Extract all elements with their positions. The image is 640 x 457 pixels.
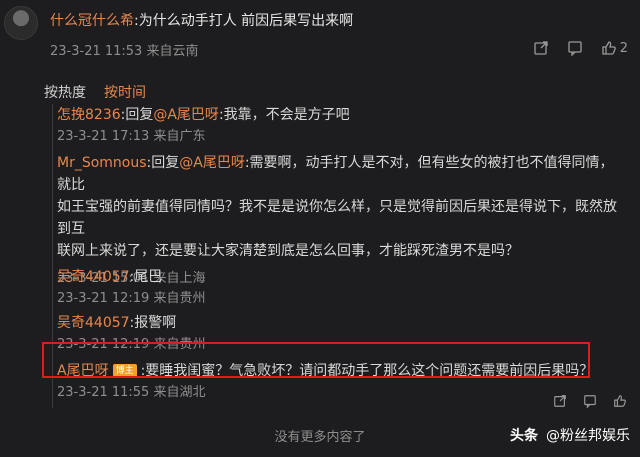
- reply-location: 来自湖北: [153, 385, 206, 400]
- watermark: 头条 @粉丝邦娱乐: [510, 425, 630, 445]
- reply-text: :尾巴: [129, 269, 163, 285]
- share-icon[interactable]: [553, 394, 567, 408]
- reply-date: 23-3-21 11:55: [57, 385, 150, 400]
- list-item: Mr_Somnous:回复@A尾巴呀:需要啊，动手打人是不对，但有些女的被打也不…: [57, 152, 627, 286]
- reply-date: 23-3-21 17:13: [57, 129, 150, 144]
- comment-text: :为什么动手打人 前因后果写出来啊: [134, 13, 354, 29]
- thumbs-up-icon: [601, 40, 617, 56]
- comment-date: 23-3-21 11:53: [50, 44, 143, 59]
- reply-text: :报警啊: [129, 315, 177, 331]
- reply-username[interactable]: 吴奇44057: [57, 315, 130, 331]
- reply-username[interactable]: 怎挽8236: [57, 107, 121, 123]
- sort-tabs: 按热度 按时间: [44, 82, 146, 102]
- list-item: 怎挽8236:回复@A尾巴呀:我靠，不会是方子吧 23-3-21 17:13 来…: [57, 104, 627, 148]
- reply-prefix: :回复: [146, 155, 180, 171]
- reply-mention[interactable]: @A尾巴呀: [153, 107, 219, 123]
- comment-username[interactable]: 什么冠什么希: [50, 13, 134, 29]
- watermark-brand: 头条: [510, 428, 538, 444]
- reply-actions: [553, 394, 627, 408]
- comment-icon[interactable]: [583, 394, 597, 408]
- watermark-account: @粉丝邦娱乐: [546, 428, 630, 444]
- reply-location: 来自贵州: [153, 291, 206, 306]
- reply-text-line: 如王宝强的前妻值得同情吗？我不是是说你怎么样，只是觉得前因后果还是得说下，既然放…: [57, 199, 617, 237]
- comment-meta: 23-3-21 11:53 来自云南: [50, 40, 199, 59]
- like-button[interactable]: 2: [601, 40, 628, 56]
- reply-mention[interactable]: @A尾巴呀: [179, 155, 245, 171]
- comment-icon[interactable]: [567, 40, 583, 56]
- highlight-box: [42, 342, 590, 378]
- like-count: 2: [619, 40, 628, 56]
- avatar[interactable]: [4, 6, 38, 40]
- sort-by-hot[interactable]: 按热度: [44, 82, 86, 102]
- reply-date: 23-3-21 12:19: [57, 291, 150, 306]
- reply-username[interactable]: Mr_Somnous: [57, 155, 147, 171]
- reply-username[interactable]: 吴奇44057: [57, 269, 130, 285]
- thumbs-up-icon[interactable]: [613, 394, 627, 408]
- list-item: 吴奇44057:尾巴 23-3-21 12:19 来自贵州: [57, 266, 627, 310]
- reply-text: :我靠，不会是方子吧: [218, 107, 350, 123]
- sort-by-time[interactable]: 按时间: [104, 82, 146, 102]
- reply-prefix: :回复: [120, 107, 154, 123]
- comment-location: 来自云南: [146, 44, 199, 59]
- reply-text-line: 联网上来说了，还是要让大家清楚到底是怎么回事，才能踩死渣男不是吗？: [57, 243, 519, 259]
- reply-location: 来自广东: [153, 129, 206, 144]
- comment-actions: 2: [533, 40, 628, 56]
- top-comment: 什么冠什么希:为什么动手打人 前因后果写出来啊: [50, 10, 630, 30]
- share-icon[interactable]: [533, 40, 549, 56]
